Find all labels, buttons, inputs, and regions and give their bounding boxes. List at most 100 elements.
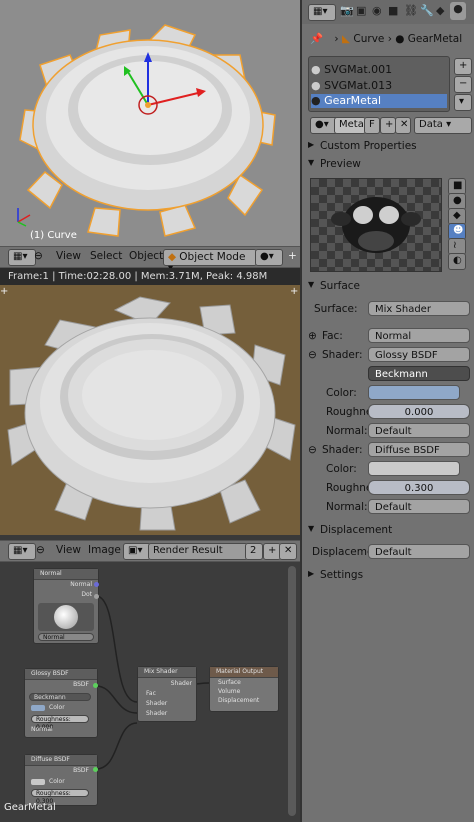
socket[interactable] <box>93 767 98 772</box>
material-icon: ● <box>395 33 405 45</box>
fac-expand-icon[interactable]: ⊕ <box>308 330 317 342</box>
surface-label: Surface: <box>314 303 358 315</box>
normal-input-select[interactable]: Default <box>368 499 470 514</box>
node-title: Mix Shader <box>138 667 196 678</box>
glossy-bsdf-node[interactable]: Glossy BSDF BSDF Beckmann Color Roughnes… <box>24 668 98 738</box>
color-swatch[interactable] <box>31 779 45 785</box>
material-name-field[interactable]: Metal <box>334 117 367 134</box>
image-browse-button[interactable]: ▣▾ <box>123 543 151 560</box>
material-output-node[interactable]: Material Output Surface Volume Displacem… <box>209 666 279 712</box>
fac-input-select[interactable]: Normal <box>368 328 470 343</box>
menu-image[interactable]: Image <box>88 544 121 556</box>
editor-type-button[interactable]: ▦▾ <box>8 543 36 560</box>
scene-tab-icon[interactable]: ▣ <box>356 4 366 17</box>
shader2-label: Shader: <box>322 444 363 456</box>
node-editor[interactable]: Normal Normal Dot Normal Glossy BSDF BSD… <box>0 562 300 822</box>
pin-icon[interactable]: 📌 <box>310 33 323 45</box>
mode-icon: ◆ <box>168 251 177 263</box>
normal-node[interactable]: Normal Normal Dot Normal <box>33 568 99 644</box>
object-tab-icon[interactable]: ■ <box>388 4 398 17</box>
remove-slot-button[interactable]: − <box>454 76 472 93</box>
normal-sphere-widget[interactable] <box>38 603 94 631</box>
material-slot-list: ● SVGMat.001 ● SVGMat.013 ● GearMetal <box>308 56 450 112</box>
node-title: Material Output <box>210 667 278 678</box>
roughness-slider[interactable]: 0.300 <box>368 480 470 495</box>
constraint-tab-icon[interactable]: ⛓ <box>404 4 418 17</box>
link-select[interactable]: Data ▾ <box>414 117 472 134</box>
slot-item[interactable]: ● SVGMat.013 <box>311 79 447 93</box>
gear-model <box>17 24 276 237</box>
render-result-view[interactable] <box>0 285 300 535</box>
menu-toggle[interactable]: ⊖ <box>34 250 43 262</box>
corner-plus-icon[interactable]: + <box>290 286 298 297</box>
fac-label: Fac <box>146 690 156 697</box>
collapse-arrow-icon: ▼ <box>308 524 315 533</box>
image-name-field[interactable]: Render Result <box>148 543 248 560</box>
shader-collapse-icon[interactable]: ⊖ <box>308 349 317 361</box>
menu-toggle[interactable]: ⊖ <box>36 544 45 556</box>
displacement-input-select[interactable]: Default <box>368 544 470 559</box>
slot-item-selected[interactable]: ● GearMetal <box>311 94 447 108</box>
socket[interactable] <box>94 582 99 587</box>
slot-menu-button[interactable]: ▾ <box>454 94 472 111</box>
normal-label: Normal: <box>326 425 368 437</box>
render-tab-icon[interactable]: 📷 <box>340 4 354 17</box>
node-title: Normal <box>34 569 98 580</box>
shader2-select[interactable]: Diffuse BSDF <box>368 442 470 457</box>
editor-type-button[interactable]: ▦▾ <box>8 249 36 266</box>
area-split-icon[interactable]: + <box>288 250 297 262</box>
menu-view[interactable]: View <box>56 544 81 556</box>
fac-label: Fac: <box>322 330 343 342</box>
mix-shader-node[interactable]: Mix Shader Shader Fac Shader Shader <box>137 666 197 722</box>
breadcrumb: 📌 › ◣ Curve › ● GearMetal <box>310 32 462 45</box>
displacement-label: Displacement <box>218 697 260 704</box>
material-name-label: GearMetal <box>4 802 56 813</box>
shader-collapse-icon[interactable]: ⊖ <box>308 444 317 456</box>
surface-shader-select[interactable]: Mix Shader <box>368 301 470 316</box>
preview-type-buttons: ■ ● ◆ ☻ ≀ ◐ <box>448 178 466 270</box>
fake-user-button[interactable]: F <box>364 117 380 134</box>
node-title: Glossy BSDF <box>25 669 97 680</box>
normal-input-select[interactable]: Default <box>368 423 470 438</box>
material-tab-icon[interactable]: ● <box>450 2 466 20</box>
add-icon[interactable]: + <box>380 117 396 134</box>
color-swatch[interactable] <box>368 385 460 400</box>
color-swatch[interactable] <box>368 461 460 476</box>
rendered-gear <box>7 296 296 531</box>
normal-field[interactable]: Normal <box>38 633 94 641</box>
world-tab-icon[interactable]: ◉ <box>372 4 382 17</box>
slot-item[interactable]: ● SVGMat.001 <box>311 63 447 77</box>
close-icon[interactable]: ✕ <box>279 543 297 560</box>
modifier-tab-icon[interactable]: 🔧 <box>420 4 434 17</box>
menu-object[interactable]: Object <box>129 250 163 262</box>
menu-view[interactable]: View <box>56 250 81 262</box>
socket[interactable] <box>93 683 98 688</box>
close-icon[interactable]: ✕ <box>395 117 411 134</box>
shader1-select[interactable]: Glossy BSDF <box>368 347 470 362</box>
normal-label: Normal: <box>326 501 368 513</box>
corner-plus-icon[interactable]: + <box>0 286 8 297</box>
data-tab-icon[interactable]: ◆ <box>436 4 444 17</box>
roughness-slider[interactable]: 0.000 <box>368 404 470 419</box>
sky-preview-icon[interactable]: ◐ <box>448 253 466 270</box>
shading-button[interactable]: ●▾ <box>255 249 283 266</box>
color-label: Color: <box>326 387 357 399</box>
diffuse-bsdf-node[interactable]: Diffuse BSDF BSDF Color Roughness: 0.300 <box>24 754 98 806</box>
roughness-field[interactable]: Roughness: 0.000 <box>31 715 89 731</box>
expand-arrow-icon: ▶ <box>308 140 315 149</box>
socket[interactable] <box>94 594 99 599</box>
distribution-select[interactable]: Beckmann <box>29 693 91 701</box>
menu-select[interactable]: Select <box>90 250 122 262</box>
roughness-field[interactable]: Roughness: 0.300 <box>31 789 89 805</box>
mode-select[interactable]: ◆ Object Mode ▾ <box>163 249 257 274</box>
color-swatch[interactable] <box>31 705 45 711</box>
add-slot-button[interactable]: + <box>454 58 472 75</box>
vertical-scrollbar[interactable] <box>288 566 296 816</box>
render-slot[interactable]: 2 <box>245 543 263 560</box>
roughness-label: Roughne <box>326 482 373 494</box>
3d-viewport[interactable]: (1) Curve <box>0 0 300 246</box>
distribution-select[interactable]: Beckmann <box>368 366 470 381</box>
node-title: Diffuse BSDF <box>25 755 97 766</box>
editor-type-button[interactable]: ▦▾ <box>308 4 336 21</box>
roughness-label: Roughne <box>326 406 373 418</box>
